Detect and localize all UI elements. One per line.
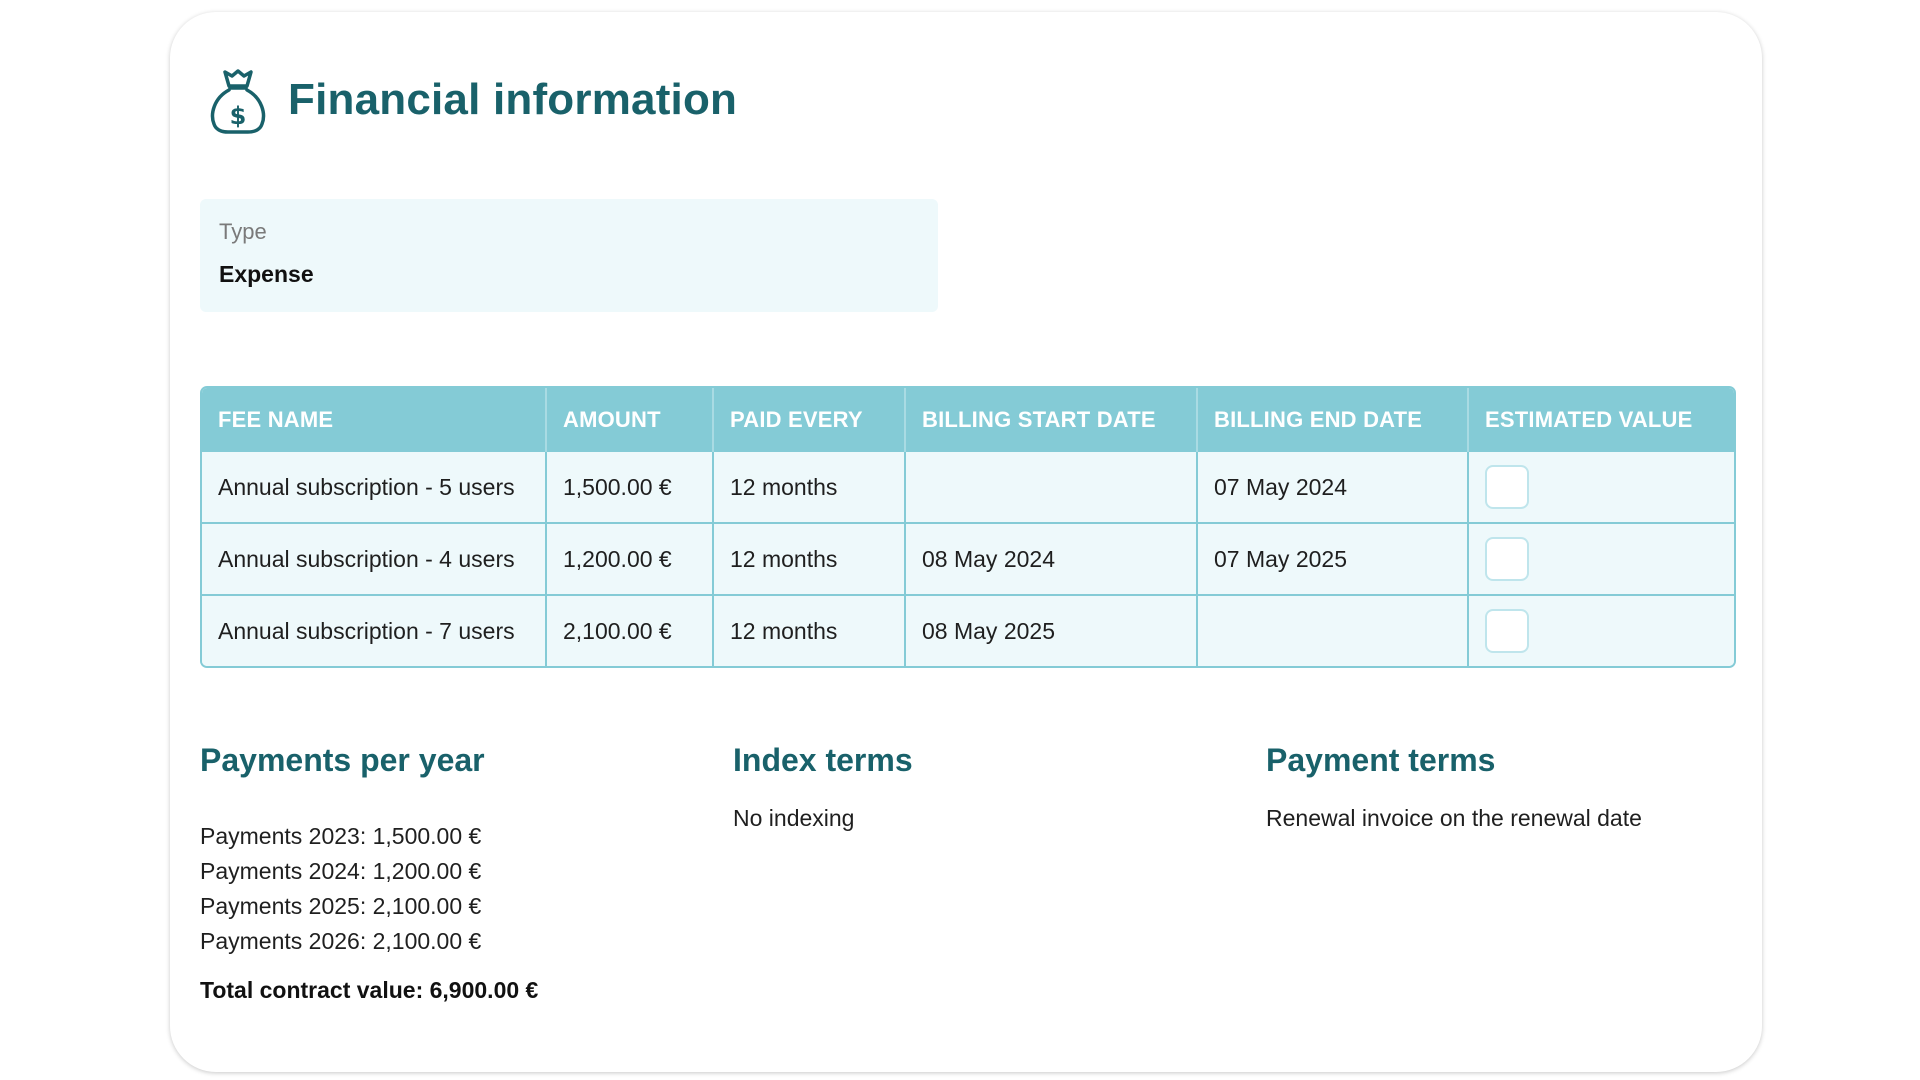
money-bag-icon: $ (206, 64, 270, 136)
table-row: Annual subscription - 7 users 2,100.00 €… (202, 594, 1734, 666)
total-contract-value: Total contract value: 6,900.00 € (200, 977, 539, 1003)
card-header: $ Financial information (206, 64, 737, 136)
payment-terms-text: Renewal invoice on the renewal date (1266, 805, 1642, 831)
billing-end-cell: 07 May 2024 (1197, 452, 1469, 523)
column-header-estimated-value: ESTIMATED VALUE (1468, 388, 1734, 452)
column-header-billing-end-date: BILLING END DATE (1197, 388, 1469, 452)
estimated-value-cell (1468, 594, 1734, 666)
paid-every-cell: 12 months (713, 594, 906, 666)
billing-end-cell: 07 May 2025 (1197, 522, 1469, 595)
payment-line: Payments 2023: 1,500.00 € (200, 823, 482, 849)
payments-per-year-heading: Payments per year (200, 742, 485, 778)
paid-every-cell: 12 months (713, 522, 906, 595)
column-header-amount: AMOUNT (546, 388, 714, 452)
column-header-billing-start-date: BILLING START DATE (905, 388, 1198, 452)
type-value: Expense (219, 261, 314, 287)
payment-terms-section: Payment terms Renewal invoice on the ren… (1266, 742, 1642, 832)
estimated-value-cell (1468, 452, 1734, 523)
billing-start-cell: 08 May 2024 (905, 522, 1198, 595)
fees-table: FEE NAME AMOUNT PAID EVERY BILLING START… (200, 386, 1736, 668)
billing-start-cell (905, 452, 1198, 523)
estimated-value-checkbox[interactable] (1485, 537, 1529, 581)
payment-terms-heading: Payment terms (1266, 742, 1496, 778)
payments-list: Payments 2023: 1,500.00 € Payments 2024:… (200, 819, 538, 959)
table-row: Annual subscription - 4 users 1,200.00 €… (202, 522, 1734, 595)
amount-cell: 1,500.00 € (546, 452, 714, 523)
billing-start-cell: 08 May 2025 (905, 594, 1198, 666)
fee-name-cell: Annual subscription - 4 users (202, 522, 547, 595)
fee-name-cell: Annual subscription - 7 users (202, 594, 547, 666)
type-field: Type Expense (200, 199, 938, 312)
financial-information-card: $ Financial information Type Expense FEE… (170, 12, 1762, 1072)
index-terms-text: No indexing (733, 805, 855, 831)
payments-per-year-section: Payments per year Payments 2023: 1,500.0… (200, 742, 538, 1004)
svg-text:$: $ (230, 102, 247, 130)
payment-line: Payments 2025: 2,100.00 € (200, 893, 482, 919)
amount-cell: 2,100.00 € (546, 594, 714, 666)
index-terms-section: Index terms No indexing (733, 742, 913, 832)
paid-every-cell: 12 months (713, 452, 906, 523)
column-header-fee-name: FEE NAME (202, 388, 547, 452)
payment-line: Payments 2026: 2,100.00 € (200, 928, 482, 954)
fee-name-cell: Annual subscription - 5 users (202, 452, 547, 523)
estimated-value-checkbox[interactable] (1485, 609, 1529, 653)
type-label: Type (219, 219, 267, 244)
payment-line: Payments 2024: 1,200.00 € (200, 858, 482, 884)
column-header-paid-every: PAID EVERY (713, 388, 906, 452)
estimated-value-cell (1468, 522, 1734, 595)
billing-end-cell (1197, 594, 1469, 666)
table-row: Annual subscription - 5 users 1,500.00 €… (202, 452, 1734, 523)
estimated-value-checkbox[interactable] (1485, 465, 1529, 509)
table-header-row: FEE NAME AMOUNT PAID EVERY BILLING START… (202, 388, 1734, 452)
page-title: Financial information (288, 75, 738, 124)
index-terms-heading: Index terms (733, 742, 913, 778)
amount-cell: 1,200.00 € (546, 522, 714, 595)
